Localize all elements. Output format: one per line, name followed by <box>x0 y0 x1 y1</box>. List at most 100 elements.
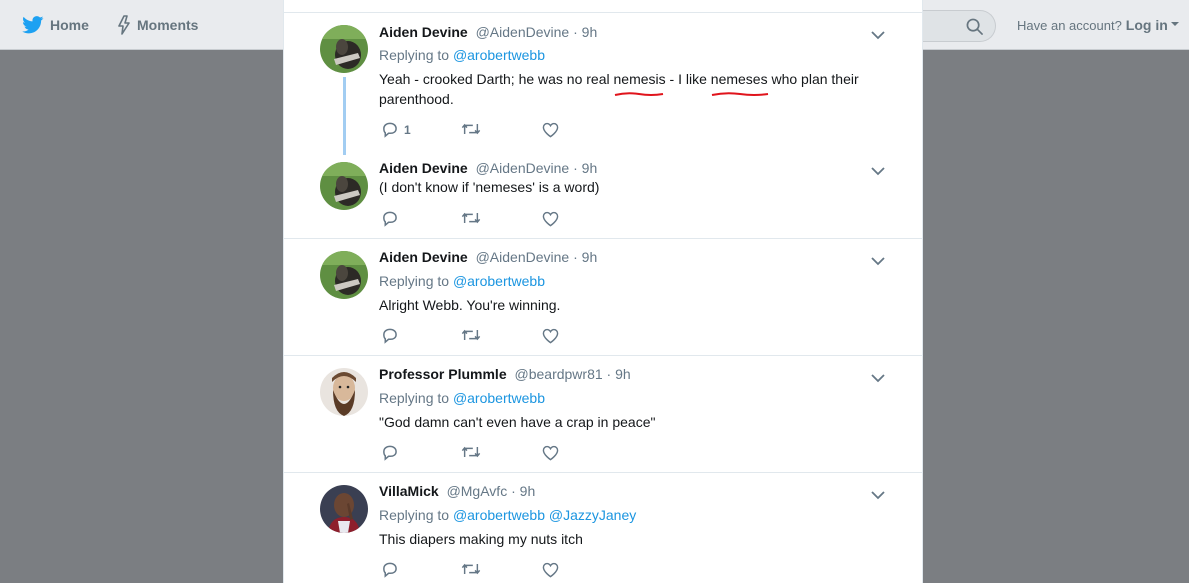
search-icon <box>966 18 983 35</box>
like-button[interactable] <box>542 122 559 138</box>
heart-icon <box>542 328 559 344</box>
mention-link[interactable]: @arobertwebb <box>453 47 545 63</box>
misspelled-word: nemesis <box>613 71 666 96</box>
like-button[interactable] <box>542 445 559 461</box>
author-username[interactable]: @AidenDevine <box>476 249 570 265</box>
separator: · <box>606 366 612 382</box>
thread-line <box>343 77 346 155</box>
tweet-text: (I don't know if 'nemeses' is a word) <box>379 179 600 195</box>
spellcheck-underline <box>614 92 663 96</box>
reply-button[interactable] <box>381 445 398 461</box>
chevron-down-icon[interactable] <box>871 27 885 45</box>
tweet[interactable]: Professor Plummle @beardpwr81 · 9h Reply… <box>284 356 922 472</box>
retweet-button[interactable] <box>461 562 481 576</box>
timestamp[interactable]: 9h <box>582 24 598 40</box>
tweet[interactable]: Aiden Devine @AidenDevine · 9h Replying … <box>284 239 922 355</box>
mention-link[interactable]: @JazzyJaney <box>549 507 636 523</box>
author-name[interactable]: Aiden Devine <box>379 24 468 40</box>
retweet-button[interactable] <box>461 211 481 225</box>
chevron-down-icon[interactable] <box>871 370 885 388</box>
avatar-image <box>320 368 368 416</box>
author-username[interactable]: @MgAvfc <box>447 483 508 499</box>
chevron-down-icon[interactable] <box>871 487 885 505</box>
reply-button[interactable]: 1 <box>381 122 411 138</box>
retweet-button[interactable] <box>461 328 481 342</box>
moments-label: Moments <box>137 17 199 33</box>
home-nav-link[interactable]: Home <box>22 0 89 50</box>
retweet-button[interactable] <box>461 122 481 136</box>
tweet[interactable]: Aiden Devine @AidenDevine · 9h Replying … <box>284 13 922 155</box>
avatar[interactable] <box>320 25 368 73</box>
avatar[interactable] <box>320 162 368 210</box>
author-username[interactable]: @AidenDevine <box>476 160 570 176</box>
like-button[interactable] <box>542 562 559 578</box>
avatar-image <box>320 162 368 210</box>
timestamp[interactable]: 9h <box>520 483 536 499</box>
mention-link[interactable]: @arobertwebb <box>453 390 545 406</box>
retweet-icon <box>461 212 481 224</box>
text-segment: nemeses <box>710 71 768 87</box>
separator: · <box>573 160 578 176</box>
retweet-icon <box>461 563 481 575</box>
heart-icon <box>542 211 559 227</box>
retweet-button[interactable] <box>461 445 481 459</box>
replying-prefix: Replying to <box>379 507 450 523</box>
avatar[interactable] <box>320 368 368 416</box>
reply-count: 1 <box>404 123 411 137</box>
twitter-bird-icon <box>22 16 44 34</box>
lightning-icon <box>118 15 130 35</box>
reply-icon <box>383 211 397 227</box>
separator: · <box>511 483 516 499</box>
replying-to: Replying to @arobertwebb @JazzyJaney <box>379 507 636 523</box>
conversation-panel: Aiden Devine @AidenDevine · 9h Replying … <box>283 0 923 583</box>
avatar[interactable] <box>320 251 368 299</box>
mention-link[interactable]: @arobertwebb <box>453 507 545 523</box>
avatar-image <box>320 251 368 299</box>
text-segment: Yeah - crooked Darth; he was no real <box>379 71 614 87</box>
replying-to: Replying to @arobertwebb <box>379 390 545 406</box>
replying-prefix: Replying to <box>379 47 450 63</box>
tweet-text: This diapers making my nuts itch <box>379 531 583 547</box>
account-prompt: Have an account? <box>1017 17 1122 33</box>
replying-prefix: Replying to <box>379 273 450 289</box>
like-button[interactable] <box>542 211 559 227</box>
login-link[interactable]: Log in <box>1126 17 1168 33</box>
reply-icon <box>383 445 397 461</box>
tweet-header: Professor Plummle @beardpwr81 · 9h <box>379 366 631 382</box>
spellcheck-underline <box>711 92 768 96</box>
reply-button[interactable] <box>381 562 398 578</box>
reply-icon <box>383 122 397 138</box>
author-name[interactable]: Professor Plummle <box>379 366 507 382</box>
replying-to: Replying to @arobertwebb <box>379 47 545 63</box>
reply-icon <box>383 562 397 578</box>
retweet-icon <box>461 329 481 341</box>
timestamp[interactable]: 9h <box>582 160 598 176</box>
tweet-header: VillaMick @MgAvfc · 9h <box>379 483 535 499</box>
author-name[interactable]: Aiden Devine <box>379 249 468 265</box>
tweet-text: Alright Webb. You're winning. <box>379 297 561 313</box>
retweet-icon <box>461 123 481 135</box>
chevron-down-icon[interactable] <box>871 253 885 271</box>
author-name[interactable]: Aiden Devine <box>379 160 468 176</box>
tweet-header: Aiden Devine @AidenDevine · 9h <box>379 249 597 265</box>
timestamp[interactable]: 9h <box>615 366 631 382</box>
heart-icon <box>542 122 559 138</box>
tweet[interactable]: Aiden Devine @AidenDevine · 9h (I don't … <box>284 153 922 238</box>
caret-down-icon[interactable] <box>1170 22 1179 26</box>
text-segment: nemesis <box>613 71 666 87</box>
timestamp[interactable]: 9h <box>582 249 598 265</box>
tweet[interactable]: VillaMick @MgAvfc · 9h Replying to @arob… <box>284 473 922 583</box>
reply-button[interactable] <box>381 328 398 344</box>
avatar-image <box>320 485 368 533</box>
author-username[interactable]: @beardpwr81 <box>515 366 603 382</box>
account-menu: Have an account? Log in <box>1017 0 1179 50</box>
avatar[interactable] <box>320 485 368 533</box>
author-username[interactable]: @AidenDevine <box>476 24 570 40</box>
replying-prefix: Replying to <box>379 390 450 406</box>
author-name[interactable]: VillaMick <box>379 483 439 499</box>
moments-nav-link[interactable]: Moments <box>117 0 198 50</box>
mention-link[interactable]: @arobertwebb <box>453 273 545 289</box>
reply-button[interactable] <box>381 211 398 227</box>
like-button[interactable] <box>542 328 559 344</box>
tweet-header: Aiden Devine @AidenDevine · 9h <box>379 160 597 176</box>
